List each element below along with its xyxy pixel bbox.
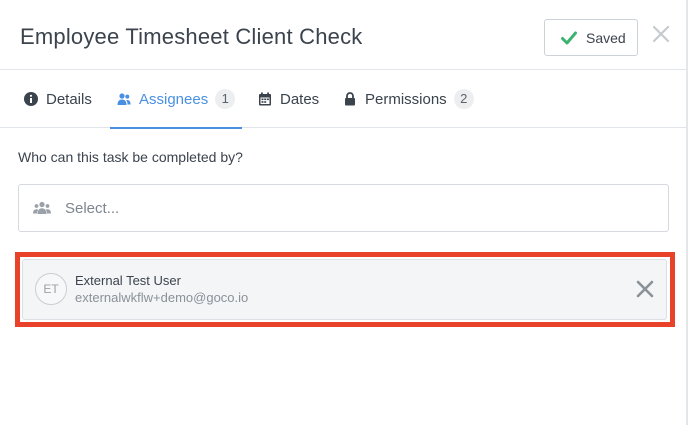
tab-assignees-label: Assignees [139,90,209,108]
assignee-email: externalwkflw+demo@goco.io [75,290,249,305]
close-icon[interactable] [651,24,671,44]
tab-dates[interactable]: Dates [258,70,319,128]
assignees-question: Who can this task be completed by? [18,149,243,165]
assignee-list-item: ET External Test User externalwkflw+demo… [22,259,667,320]
assignees-count-badge: 1 [215,89,236,109]
check-icon [561,31,577,44]
active-tab-indicator [110,127,242,129]
tab-dates-label: Dates [280,90,320,108]
calendar-icon [259,92,271,106]
tab-permissions[interactable]: Permissions 2 [343,70,474,128]
saved-label: Saved [586,29,626,46]
assignee-name: External Test User [75,273,181,288]
remove-assignee-icon[interactable] [636,280,654,298]
info-circle-icon [24,92,38,106]
tab-permissions-label: Permissions [365,90,447,108]
tab-details[interactable]: Details [24,70,92,128]
select-placeholder: Select... [65,200,120,217]
modal-title: Employee Timesheet Client Check [20,24,363,49]
modal-header: Employee Timesheet Client Check Saved [0,0,686,70]
assignee-select[interactable]: Select... [18,184,669,232]
tab-details-label: Details [46,90,92,108]
lock-icon [345,92,355,106]
task-modal: Employee Timesheet Client Check Saved De… [0,0,688,425]
saved-button[interactable]: Saved [544,19,638,56]
avatar: ET [35,273,67,305]
group-icon [33,201,51,214]
permissions-count-badge: 2 [453,89,474,109]
tab-assignees[interactable]: Assignees 1 [110,70,242,129]
tab-bar: Details Assignees 1 Dates Permissions 2 [0,70,686,129]
users-icon [117,93,131,105]
